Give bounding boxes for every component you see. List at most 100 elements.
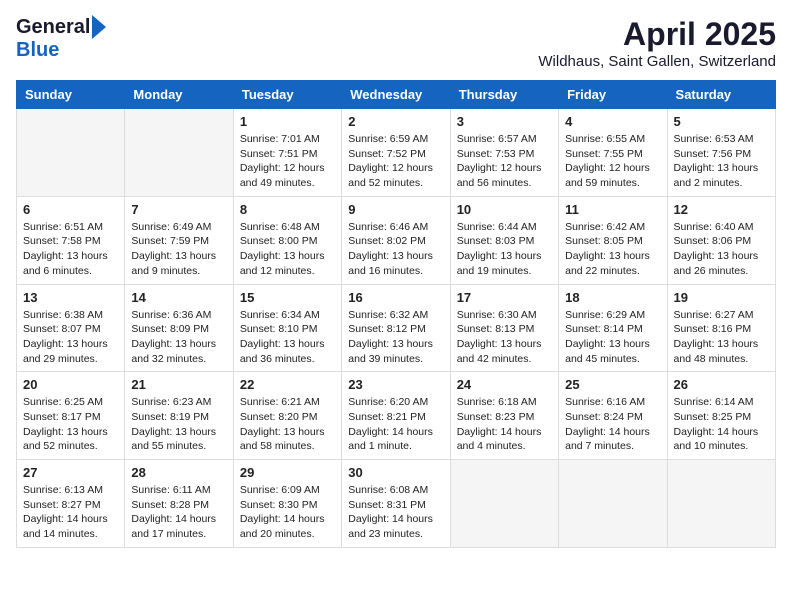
table-row: 12 Sunrise: 6:40 AMSunset: 8:06 PMDayligh… [667, 196, 775, 284]
table-row: 28 Sunrise: 6:11 AMSunset: 8:28 PMDayligh… [125, 460, 233, 548]
col-sunday: Sunday [17, 81, 125, 109]
day-detail: Sunrise: 6:14 AMSunset: 8:25 PMDaylight:… [674, 395, 769, 454]
day-detail: Sunrise: 6:40 AMSunset: 8:06 PMDaylight:… [674, 220, 769, 279]
table-row: 14Sunrise: 6:36 AMSunset: 8:09 PMDayligh… [125, 284, 233, 372]
table-row: 26 Sunrise: 6:14 AMSunset: 8:25 PMDayligh… [667, 372, 775, 460]
table-row: 19Sunrise: 6:27 AMSunset: 8:16 PMDayligh… [667, 284, 775, 372]
table-row: 9 Sunrise: 6:46 AMSunset: 8:02 PMDaylight… [342, 196, 450, 284]
day-number: 7 [131, 202, 226, 217]
day-detail: Sunrise: 7:01 AMSunset: 7:51 PMDaylight:… [240, 132, 335, 191]
day-number: 9 [348, 202, 443, 217]
day-number: 12 [674, 202, 769, 217]
logo-blue: Blue [16, 39, 59, 61]
table-row: 3 Sunrise: 6:57 AMSunset: 7:53 PMDaylight… [450, 109, 558, 197]
day-number: 13 [23, 290, 118, 305]
day-detail: Sunrise: 6:55 AMSunset: 7:55 PMDaylight:… [565, 132, 660, 191]
col-monday: Monday [125, 81, 233, 109]
day-number: 4 [565, 114, 660, 129]
calendar-week-row: 1 Sunrise: 7:01 AMSunset: 7:51 PMDaylight… [17, 109, 776, 197]
table-row: 2Sunrise: 6:59 AMSunset: 7:52 PMDaylight… [342, 109, 450, 197]
day-detail: Sunrise: 6:25 AMSunset: 8:17 PMDaylight:… [23, 395, 118, 454]
day-detail: Sunrise: 6:30 AMSunset: 8:13 PMDaylight:… [457, 308, 552, 367]
day-detail: Sunrise: 6:18 AMSunset: 8:23 PMDaylight:… [457, 395, 552, 454]
day-detail: Sunrise: 6:29 AMSunset: 8:14 PMDaylight:… [565, 308, 660, 367]
day-detail: Sunrise: 6:20 AMSunset: 8:21 PMDaylight:… [348, 395, 443, 454]
table-row: 25 Sunrise: 6:16 AMSunset: 8:24 PMDayligh… [559, 372, 667, 460]
table-row [667, 460, 775, 548]
logo: General Blue [16, 16, 106, 62]
table-row: 15 Sunrise: 6:34 AMSunset: 8:10 PMDayligh… [233, 284, 341, 372]
table-row: 8 Sunrise: 6:48 AMSunset: 8:00 PMDaylight… [233, 196, 341, 284]
table-row: 22Sunrise: 6:21 AMSunset: 8:20 PMDayligh… [233, 372, 341, 460]
col-tuesday: Tuesday [233, 81, 341, 109]
day-number: 15 [240, 290, 335, 305]
day-number: 27 [23, 465, 118, 480]
day-number: 29 [240, 465, 335, 480]
day-number: 2 [348, 114, 443, 129]
day-detail: Sunrise: 6:11 AMSunset: 8:28 PMDaylight:… [131, 483, 226, 542]
table-row [17, 109, 125, 197]
day-number: 1 [240, 114, 335, 129]
table-row [125, 109, 233, 197]
logo-general: General [16, 16, 90, 39]
day-detail: Sunrise: 6:51 AMSunset: 7:58 PMDaylight:… [23, 220, 118, 279]
table-row: 11Sunrise: 6:42 AMSunset: 8:05 PMDayligh… [559, 196, 667, 284]
calendar-week-row: 13Sunrise: 6:38 AMSunset: 8:07 PMDayligh… [17, 284, 776, 372]
day-detail: Sunrise: 6:53 AMSunset: 7:56 PMDaylight:… [674, 132, 769, 191]
day-detail: Sunrise: 6:48 AMSunset: 8:00 PMDaylight:… [240, 220, 335, 279]
table-row: 29 Sunrise: 6:09 AMSunset: 8:30 PMDayligh… [233, 460, 341, 548]
table-row: 27 Sunrise: 6:13 AMSunset: 8:27 PMDayligh… [17, 460, 125, 548]
table-row: 7 Sunrise: 6:49 AMSunset: 7:59 PMDaylight… [125, 196, 233, 284]
table-row: 4 Sunrise: 6:55 AMSunset: 7:55 PMDaylight… [559, 109, 667, 197]
day-number: 5 [674, 114, 769, 129]
table-row: 6 Sunrise: 6:51 AMSunset: 7:58 PMDaylight… [17, 196, 125, 284]
day-number: 17 [457, 290, 552, 305]
calendar-week-row: 20 Sunrise: 6:25 AMSunset: 8:17 PMDayligh… [17, 372, 776, 460]
calendar-week-row: 6 Sunrise: 6:51 AMSunset: 7:58 PMDaylight… [17, 196, 776, 284]
calendar-table: Sunday Monday Tuesday Wednesday Thursday… [16, 80, 776, 548]
table-row: 16 Sunrise: 6:32 AMSunset: 8:12 PMDayligh… [342, 284, 450, 372]
table-row: 13Sunrise: 6:38 AMSunset: 8:07 PMDayligh… [17, 284, 125, 372]
day-detail: Sunrise: 6:27 AMSunset: 8:16 PMDaylight:… [674, 308, 769, 367]
logo-chevron-icon [92, 15, 106, 39]
table-row: 20 Sunrise: 6:25 AMSunset: 8:17 PMDayligh… [17, 372, 125, 460]
day-number: 26 [674, 377, 769, 392]
calendar-week-row: 27 Sunrise: 6:13 AMSunset: 8:27 PMDayligh… [17, 460, 776, 548]
day-number: 21 [131, 377, 226, 392]
day-detail: Sunrise: 6:23 AMSunset: 8:19 PMDaylight:… [131, 395, 226, 454]
day-detail: Sunrise: 6:16 AMSunset: 8:24 PMDaylight:… [565, 395, 660, 454]
day-detail: Sunrise: 6:36 AMSunset: 8:09 PMDaylight:… [131, 308, 226, 367]
title-area: April 2025 Wildhaus, Saint Gallen, Switz… [538, 16, 776, 70]
day-detail: Sunrise: 6:32 AMSunset: 8:12 PMDaylight:… [348, 308, 443, 367]
day-detail: Sunrise: 6:46 AMSunset: 8:02 PMDaylight:… [348, 220, 443, 279]
col-wednesday: Wednesday [342, 81, 450, 109]
table-row: 1 Sunrise: 7:01 AMSunset: 7:51 PMDaylight… [233, 109, 341, 197]
day-number: 30 [348, 465, 443, 480]
day-detail: Sunrise: 6:09 AMSunset: 8:30 PMDaylight:… [240, 483, 335, 542]
day-number: 6 [23, 202, 118, 217]
table-row [559, 460, 667, 548]
day-number: 25 [565, 377, 660, 392]
location-title: Wildhaus, Saint Gallen, Switzerland [538, 53, 776, 70]
day-detail: Sunrise: 6:08 AMSunset: 8:31 PMDaylight:… [348, 483, 443, 542]
day-detail: Sunrise: 6:13 AMSunset: 8:27 PMDaylight:… [23, 483, 118, 542]
table-row: 24Sunrise: 6:18 AMSunset: 8:23 PMDayligh… [450, 372, 558, 460]
day-number: 8 [240, 202, 335, 217]
header-row: Sunday Monday Tuesday Wednesday Thursday… [17, 81, 776, 109]
table-row: 21 Sunrise: 6:23 AMSunset: 8:19 PMDayligh… [125, 372, 233, 460]
day-number: 16 [348, 290, 443, 305]
day-number: 11 [565, 202, 660, 217]
day-detail: Sunrise: 6:57 AMSunset: 7:53 PMDaylight:… [457, 132, 552, 191]
table-row: 10Sunrise: 6:44 AMSunset: 8:03 PMDayligh… [450, 196, 558, 284]
table-row: 30 Sunrise: 6:08 AMSunset: 8:31 PMDayligh… [342, 460, 450, 548]
col-saturday: Saturday [667, 81, 775, 109]
day-number: 3 [457, 114, 552, 129]
day-number: 23 [348, 377, 443, 392]
table-row: 17 Sunrise: 6:30 AMSunset: 8:13 PMDayligh… [450, 284, 558, 372]
header: General Blue April 2025 Wildhaus, Saint … [16, 16, 776, 70]
col-friday: Friday [559, 81, 667, 109]
day-number: 28 [131, 465, 226, 480]
day-detail: Sunrise: 6:49 AMSunset: 7:59 PMDaylight:… [131, 220, 226, 279]
day-detail: Sunrise: 6:34 AMSunset: 8:10 PMDaylight:… [240, 308, 335, 367]
day-number: 20 [23, 377, 118, 392]
